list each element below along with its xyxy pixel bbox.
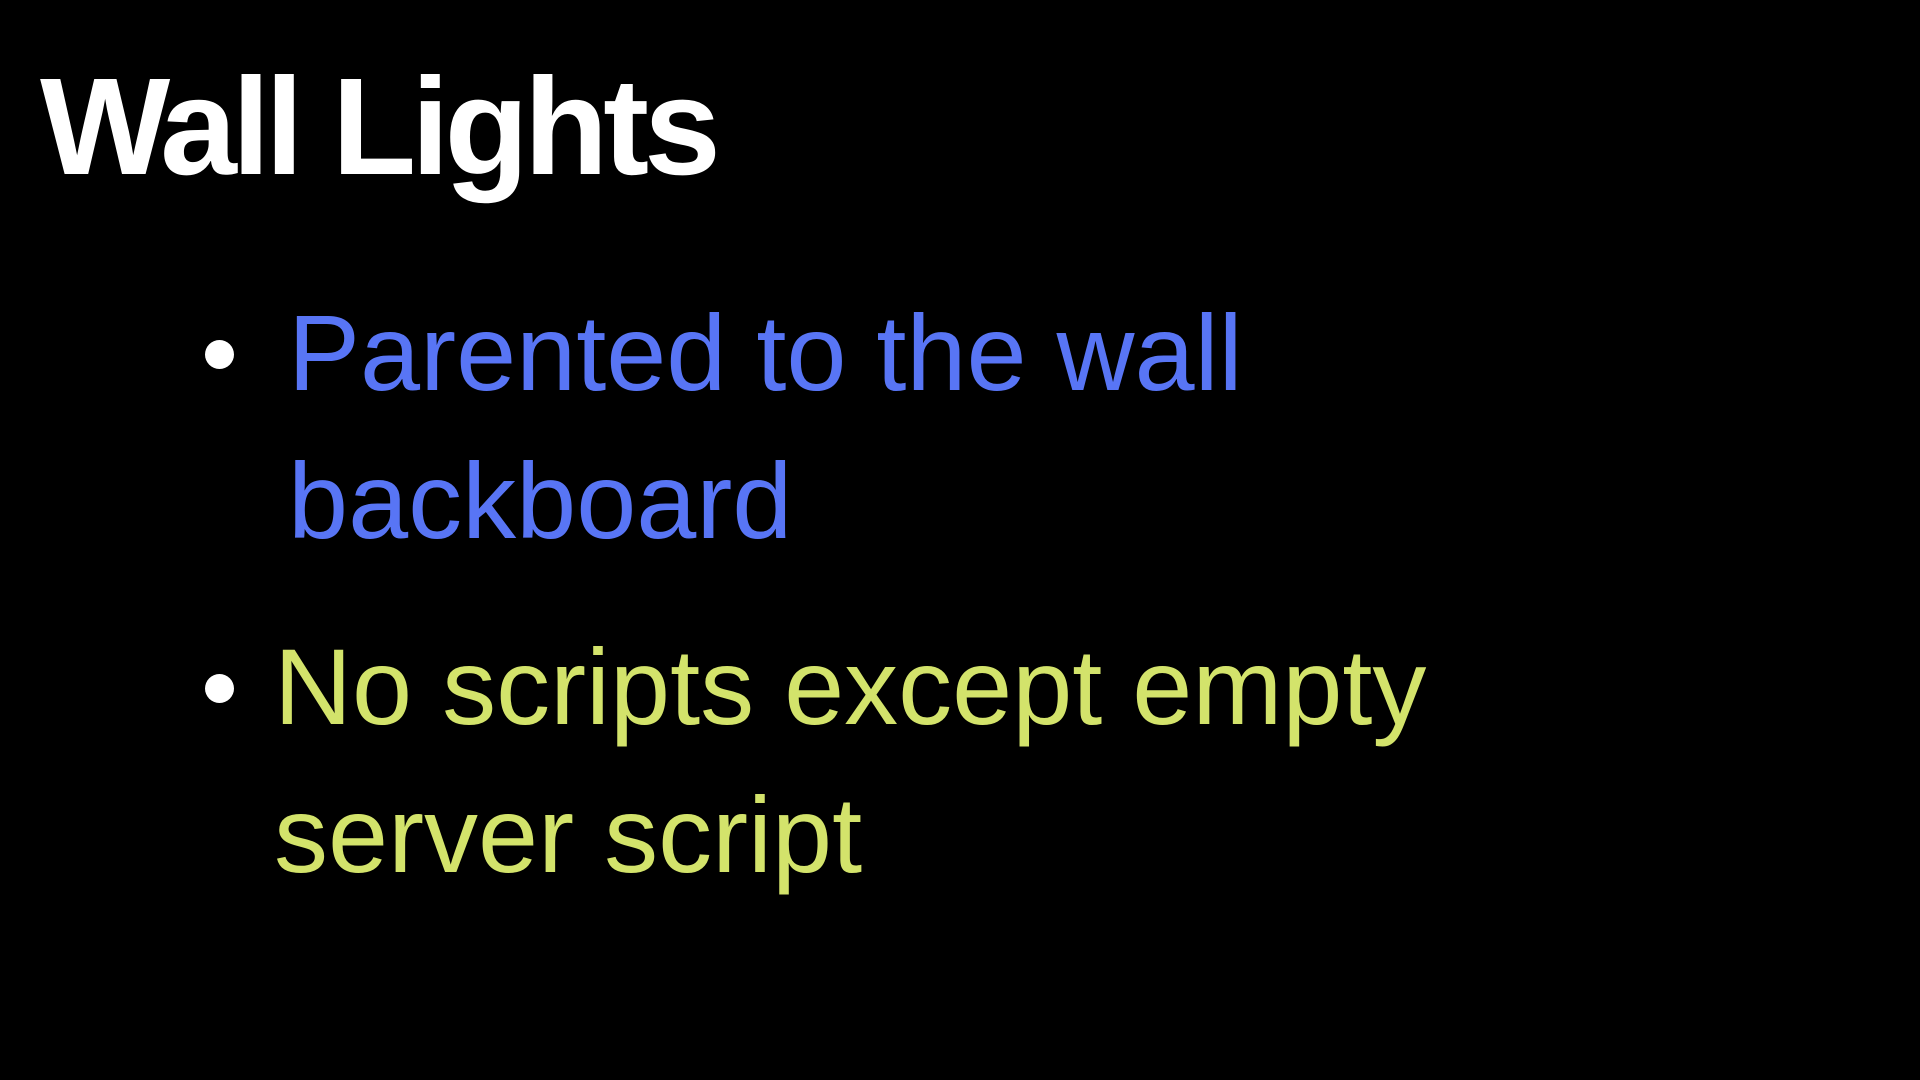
bullet-text: No scripts except empty server script: [274, 626, 1427, 895]
bullet-dot-icon: [205, 340, 234, 369]
bullet-item: Parented to the wall backboard: [205, 279, 1243, 575]
bullet-dot-icon: [205, 674, 234, 703]
slide-title: Wall Lights: [40, 50, 721, 204]
bullet-text: Parented to the wall backboard: [288, 292, 1243, 561]
slide: Wall Lights Parented to the wall backboa…: [0, 0, 1920, 1080]
bullet-item: No scripts except empty server script: [205, 613, 1426, 909]
